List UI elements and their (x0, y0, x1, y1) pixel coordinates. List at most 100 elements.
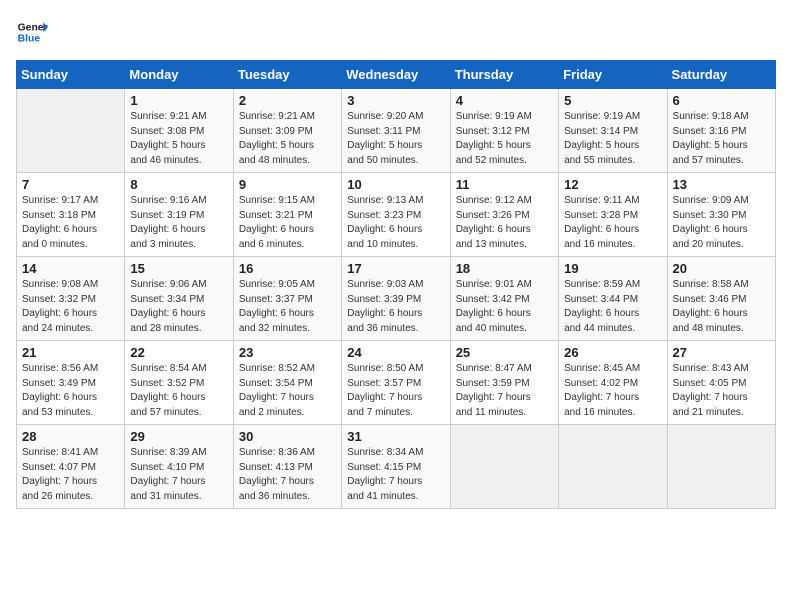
day-number: 29 (130, 429, 227, 444)
calendar-cell: 11 Sunrise: 9:12 AM Sunset: 3:26 PM Dayli… (450, 173, 558, 257)
day-detail: Sunrise: 9:19 AM Sunset: 3:12 PM Dayligh… (456, 110, 553, 168)
day-detail: Sunrise: 9:18 AM Sunset: 3:16 PM Dayligh… (673, 110, 770, 168)
calendar-cell: 3 Sunrise: 9:20 AM Sunset: 3:11 PM Daylig… (342, 89, 450, 173)
weekday-header-sunday: Sunday (17, 61, 125, 89)
day-detail: Sunrise: 9:16 AM Sunset: 3:19 PM Dayligh… (130, 194, 227, 252)
calendar-cell: 26Sunrise: 8:45 AM Sunset: 4:02 PM Dayli… (559, 341, 667, 425)
weekday-header-friday: Friday (559, 61, 667, 89)
calendar-cell (667, 425, 775, 509)
day-detail: Sunrise: 9:12 AM Sunset: 3:26 PM Dayligh… (456, 194, 553, 252)
day-detail: Sunrise: 9:01 AM Sunset: 3:42 PM Dayligh… (456, 278, 553, 336)
day-detail: Sunrise: 9:20 AM Sunset: 3:11 PM Dayligh… (347, 110, 444, 168)
calendar-cell: 8 Sunrise: 9:16 AM Sunset: 3:19 PM Daylig… (125, 173, 233, 257)
svg-text:Blue: Blue (18, 34, 41, 45)
calendar-table: SundayMondayTuesdayWednesdayThursdayFrid… (16, 60, 776, 509)
week-row-5: 28 Sunrise: 8:41 AM Sunset: 4:07 PM Dayli… (17, 425, 776, 509)
day-detail: Sunrise: 9:17 AM Sunset: 3:18 PM Dayligh… (22, 194, 119, 252)
day-number: 11 (456, 177, 553, 192)
calendar-cell: 1 Sunrise: 9:21 AM Sunset: 3:08 PM Daylig… (125, 89, 233, 173)
logo: General Blue (16, 16, 48, 48)
day-number: 17 (347, 261, 444, 276)
day-number: 19 (564, 261, 661, 276)
calendar-cell: 22 Sunrise: 8:54 AM Sunset: 3:52 PM Dayli… (125, 341, 233, 425)
page-header: General Blue (16, 16, 776, 48)
calendar-cell (17, 89, 125, 173)
calendar-cell: 31 Sunrise: 8:34 AM Sunset: 4:15 PM Dayli… (342, 425, 450, 509)
day-detail: Sunrise: 9:13 AM Sunset: 3:23 PM Dayligh… (347, 194, 444, 252)
day-number: 9 (239, 177, 336, 192)
calendar-cell: 6 Sunrise: 9:18 AM Sunset: 3:16 PM Daylig… (667, 89, 775, 173)
week-row-1: 1 Sunrise: 9:21 AM Sunset: 3:08 PM Daylig… (17, 89, 776, 173)
day-number: 18 (456, 261, 553, 276)
day-detail: Sunrise: 9:09 AM Sunset: 3:30 PM Dayligh… (673, 194, 770, 252)
day-number: 12 (564, 177, 661, 192)
calendar-cell (559, 425, 667, 509)
day-number: 28 (22, 429, 119, 444)
day-detail: Sunrise: 9:21 AM Sunset: 3:09 PM Dayligh… (239, 110, 336, 168)
weekday-header-thursday: Thursday (450, 61, 558, 89)
day-detail: Sunrise: 9:21 AM Sunset: 3:08 PM Dayligh… (130, 110, 227, 168)
week-row-3: 14 Sunrise: 9:08 AM Sunset: 3:32 PM Dayli… (17, 257, 776, 341)
calendar-cell: 14 Sunrise: 9:08 AM Sunset: 3:32 PM Dayli… (17, 257, 125, 341)
calendar-cell: 2 Sunrise: 9:21 AM Sunset: 3:09 PM Daylig… (233, 89, 341, 173)
day-detail: Sunrise: 9:03 AM Sunset: 3:39 PM Dayligh… (347, 278, 444, 336)
day-detail: Sunrise: 9:05 AM Sunset: 3:37 PM Dayligh… (239, 278, 336, 336)
weekday-header-wednesday: Wednesday (342, 61, 450, 89)
day-detail: Sunrise: 8:54 AM Sunset: 3:52 PM Dayligh… (130, 362, 227, 420)
calendar-cell: 7Sunrise: 9:17 AM Sunset: 3:18 PM Daylig… (17, 173, 125, 257)
day-number: 30 (239, 429, 336, 444)
day-number: 26 (564, 345, 661, 360)
day-number: 14 (22, 261, 119, 276)
calendar-cell: 12 Sunrise: 9:11 AM Sunset: 3:28 PM Dayli… (559, 173, 667, 257)
day-detail: Sunrise: 9:08 AM Sunset: 3:32 PM Dayligh… (22, 278, 119, 336)
day-number: 21 (22, 345, 119, 360)
day-number: 31 (347, 429, 444, 444)
day-detail: Sunrise: 9:15 AM Sunset: 3:21 PM Dayligh… (239, 194, 336, 252)
calendar-cell: 16 Sunrise: 9:05 AM Sunset: 3:37 PM Dayli… (233, 257, 341, 341)
day-number: 24 (347, 345, 444, 360)
day-number: 8 (130, 177, 227, 192)
day-number: 3 (347, 93, 444, 108)
calendar-cell: 4Sunrise: 9:19 AM Sunset: 3:12 PM Daylig… (450, 89, 558, 173)
day-detail: Sunrise: 8:34 AM Sunset: 4:15 PM Dayligh… (347, 446, 444, 504)
day-number: 6 (673, 93, 770, 108)
day-number: 27 (673, 345, 770, 360)
day-detail: Sunrise: 8:43 AM Sunset: 4:05 PM Dayligh… (673, 362, 770, 420)
calendar-cell: 21Sunrise: 8:56 AM Sunset: 3:49 PM Dayli… (17, 341, 125, 425)
calendar-cell: 27 Sunrise: 8:43 AM Sunset: 4:05 PM Dayli… (667, 341, 775, 425)
week-row-4: 21Sunrise: 8:56 AM Sunset: 3:49 PM Dayli… (17, 341, 776, 425)
calendar-cell: 9 Sunrise: 9:15 AM Sunset: 3:21 PM Daylig… (233, 173, 341, 257)
weekday-header-tuesday: Tuesday (233, 61, 341, 89)
day-number: 1 (130, 93, 227, 108)
day-detail: Sunrise: 9:06 AM Sunset: 3:34 PM Dayligh… (130, 278, 227, 336)
weekday-header-row: SundayMondayTuesdayWednesdayThursdayFrid… (17, 61, 776, 89)
week-row-2: 7Sunrise: 9:17 AM Sunset: 3:18 PM Daylig… (17, 173, 776, 257)
weekday-header-monday: Monday (125, 61, 233, 89)
day-detail: Sunrise: 8:52 AM Sunset: 3:54 PM Dayligh… (239, 362, 336, 420)
day-detail: Sunrise: 8:59 AM Sunset: 3:44 PM Dayligh… (564, 278, 661, 336)
day-number: 13 (673, 177, 770, 192)
day-detail: Sunrise: 8:41 AM Sunset: 4:07 PM Dayligh… (22, 446, 119, 504)
logo-icon: General Blue (16, 16, 48, 48)
day-detail: Sunrise: 8:39 AM Sunset: 4:10 PM Dayligh… (130, 446, 227, 504)
calendar-cell: 29 Sunrise: 8:39 AM Sunset: 4:10 PM Dayli… (125, 425, 233, 509)
day-detail: Sunrise: 9:19 AM Sunset: 3:14 PM Dayligh… (564, 110, 661, 168)
day-number: 22 (130, 345, 227, 360)
day-detail: Sunrise: 8:47 AM Sunset: 3:59 PM Dayligh… (456, 362, 553, 420)
calendar-cell: 28 Sunrise: 8:41 AM Sunset: 4:07 PM Dayli… (17, 425, 125, 509)
calendar-cell: 25 Sunrise: 8:47 AM Sunset: 3:59 PM Dayli… (450, 341, 558, 425)
calendar-cell: 18 Sunrise: 9:01 AM Sunset: 3:42 PM Dayli… (450, 257, 558, 341)
day-detail: Sunrise: 9:11 AM Sunset: 3:28 PM Dayligh… (564, 194, 661, 252)
day-number: 25 (456, 345, 553, 360)
day-number: 16 (239, 261, 336, 276)
calendar-cell: 17 Sunrise: 9:03 AM Sunset: 3:39 PM Dayli… (342, 257, 450, 341)
calendar-cell: 20Sunrise: 8:58 AM Sunset: 3:46 PM Dayli… (667, 257, 775, 341)
day-number: 2 (239, 93, 336, 108)
calendar-cell (450, 425, 558, 509)
day-number: 15 (130, 261, 227, 276)
calendar-cell: 24 Sunrise: 8:50 AM Sunset: 3:57 PM Dayli… (342, 341, 450, 425)
day-detail: Sunrise: 8:50 AM Sunset: 3:57 PM Dayligh… (347, 362, 444, 420)
day-number: 23 (239, 345, 336, 360)
weekday-header-saturday: Saturday (667, 61, 775, 89)
calendar-cell: 23 Sunrise: 8:52 AM Sunset: 3:54 PM Dayli… (233, 341, 341, 425)
